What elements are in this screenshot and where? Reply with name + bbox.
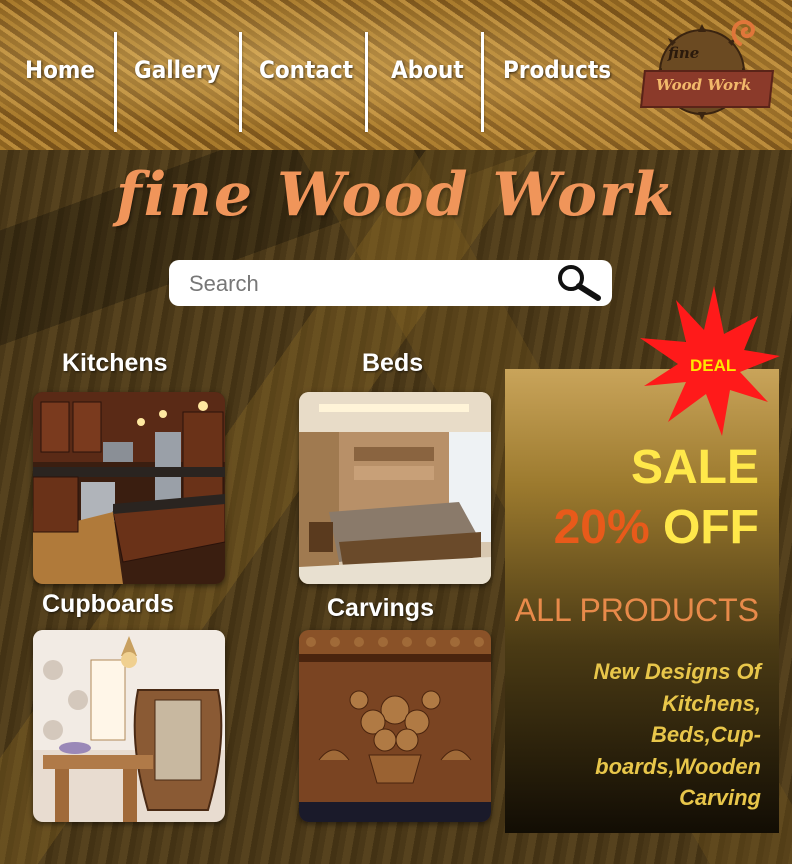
category-label-beds: Beds — [362, 349, 424, 377]
magnifier-icon[interactable] — [556, 264, 602, 302]
search-bar — [169, 260, 612, 306]
category-tile-beds[interactable] — [299, 392, 491, 584]
deal-description-line: Beds,Cup- — [651, 722, 761, 747]
nav-divider — [365, 32, 368, 132]
category-label-cupboards: Cupboards — [42, 590, 174, 618]
nav-about[interactable]: About — [391, 56, 464, 84]
nav-contact[interactable]: Contact — [259, 56, 353, 84]
deal-description: New Designs Of Kitchens, Beds,Cup- board… — [561, 656, 761, 814]
bed-image — [299, 392, 491, 584]
category-tile-carvings[interactable] — [299, 630, 491, 822]
deal-description-line: Kitchens, — [661, 690, 761, 716]
category-label-carvings: Carvings — [327, 594, 434, 622]
category-tile-cupboards[interactable] — [33, 630, 225, 822]
deal-description-line: boards,Wooden — [595, 753, 761, 779]
sale-heading: SALE — [630, 441, 759, 494]
logo-text-woodwork: Wood Work — [656, 76, 752, 94]
cupboard-image — [33, 630, 225, 822]
kitchen-image — [33, 392, 225, 584]
page: Home Gallery Contact About Products fine — [0, 0, 792, 864]
site-title: fine Wood Work — [115, 160, 677, 230]
discount-off: OFF — [663, 501, 759, 554]
carving-image — [299, 630, 491, 822]
nav-home[interactable]: Home — [25, 56, 95, 84]
category-label-kitchens: Kitchens — [62, 349, 168, 377]
nav-products[interactable]: Products — [503, 56, 611, 84]
nav-divider — [481, 32, 484, 132]
nav-gallery[interactable]: Gallery — [134, 56, 220, 84]
discount-text: 20% OFF — [554, 500, 759, 555]
nav-divider — [239, 32, 242, 132]
header: Home Gallery Contact About Products fine — [0, 0, 792, 150]
deal-description-line: Carving — [679, 785, 761, 810]
search-input[interactable] — [187, 266, 551, 302]
all-products-text: ALL PRODUCTS — [514, 592, 759, 628]
category-tile-kitchens[interactable] — [33, 392, 225, 584]
nav-divider — [114, 32, 117, 132]
site-logo[interactable]: fine Wood Work — [640, 14, 774, 122]
deal-description-line: New Designs Of — [593, 659, 761, 684]
discount-percent: 20% — [553, 501, 650, 554]
deal-badge-text: DEAL — [690, 356, 737, 375]
logo-text-fine: fine — [668, 44, 700, 62]
